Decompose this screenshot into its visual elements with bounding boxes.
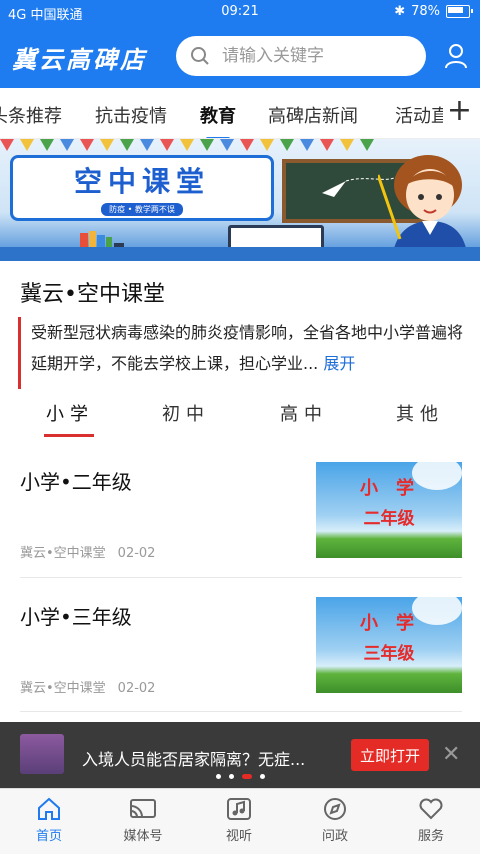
add-channel-icon[interactable]: + xyxy=(442,96,472,126)
carousel-dot[interactable] xyxy=(259,774,265,779)
app-header: 冀云高碑店 xyxy=(0,26,480,88)
banner-title-box: 空中课堂 防疫 • 教学两不误 xyxy=(10,155,274,221)
nav-home[interactable]: 首页 xyxy=(14,797,84,844)
article-title[interactable]: 冀云•空中课堂 xyxy=(20,276,165,308)
thumbnail-text-line2: 三年级 xyxy=(363,644,415,664)
tab-middle[interactable]: 初中 xyxy=(162,400,210,426)
list-divider xyxy=(20,577,462,578)
thumbnail-text-line1: 小学 xyxy=(360,613,432,634)
desk-illustration xyxy=(0,247,480,261)
article-summary: 受新型冠状病毒感染的肺炎疫情影响，全省各地中小学普遍将延期开学，不能去学校上课，… xyxy=(18,317,464,389)
battery-icon xyxy=(446,5,473,18)
tab-high[interactable]: 高中 xyxy=(280,400,328,426)
nav-service[interactable]: 服务 xyxy=(396,797,466,844)
battery-level: 78% xyxy=(411,4,440,19)
open-app-button[interactable]: 立即打开 xyxy=(351,739,429,771)
music-icon xyxy=(227,798,251,820)
news-title: 小学•三年级 xyxy=(20,605,132,629)
tab-other[interactable]: 其他 xyxy=(396,400,444,426)
tab-primary[interactable]: 小学 xyxy=(44,400,94,437)
channel-tabs: 头条推荐 抗击疫情 教育 高碑店新闻 活动直 + xyxy=(0,88,480,139)
carousel-dots xyxy=(0,774,480,779)
user-icon[interactable] xyxy=(444,43,468,69)
tab-epidemic[interactable]: 抗击疫情 xyxy=(95,102,167,128)
search-box[interactable] xyxy=(176,36,426,76)
news-title: 小学•二年级 xyxy=(20,470,132,494)
news-meta: 冀云•空中课堂 02-02 xyxy=(20,542,155,561)
search-icon xyxy=(191,47,209,65)
thumbnail-text-line1: 小学 xyxy=(360,478,432,499)
nav-label: 媒体号 xyxy=(123,829,163,844)
nav-inquiry[interactable]: 问政 xyxy=(300,797,370,844)
news-source: 冀云•空中课堂 xyxy=(20,546,106,561)
carousel-dot-active[interactable] xyxy=(241,774,252,779)
search-input[interactable] xyxy=(220,45,404,67)
summary-text: 受新型冠状病毒感染的肺炎疫情影响，全省各地中小学普遍将延期开学，不能去学校上课，… xyxy=(31,323,464,373)
news-source: 冀云•空中课堂 xyxy=(20,681,106,696)
bluetooth-icon: ✱ xyxy=(394,4,406,19)
close-icon[interactable]: ✕ xyxy=(442,742,460,767)
nav-label: 首页 xyxy=(35,829,62,844)
tab-education[interactable]: 教育 xyxy=(200,102,236,138)
news-meta: 冀云•空中课堂 02-02 xyxy=(20,677,155,696)
status-bar: 4G 中国联通 09:21 ✱ 78% xyxy=(0,0,480,26)
list-divider xyxy=(20,711,462,712)
banner-subtitle: 防疫 • 教学两不误 xyxy=(101,203,183,216)
tab-headline[interactable]: 头条推荐 xyxy=(0,102,62,128)
bunting-decoration xyxy=(0,139,374,151)
nav-media[interactable]: 媒体号 xyxy=(108,797,178,844)
heart-icon xyxy=(419,798,443,820)
cast-icon xyxy=(130,799,156,818)
news-thumbnail: 小学 三年级 xyxy=(316,597,462,693)
news-date: 02-02 xyxy=(117,681,156,696)
promo-thumbnail xyxy=(20,734,64,774)
banner-image[interactable]: 空中课堂 防疫 • 教学两不误 xyxy=(0,139,480,261)
nav-label: 服务 xyxy=(417,829,444,844)
promo-banner[interactable]: 入境人员能否居家隔离？无症... 立即打开 ✕ xyxy=(0,722,480,788)
home-icon xyxy=(38,797,60,820)
news-item[interactable]: 小学•二年级 冀云•空中课堂 02-02 小学 二年级 xyxy=(0,462,480,596)
carousel-dot[interactable] xyxy=(215,774,221,779)
promo-text: 入境人员能否居家隔离？无症... xyxy=(82,750,306,769)
carousel-dot[interactable] xyxy=(228,774,234,779)
nav-label: 问政 xyxy=(321,829,348,844)
bottom-nav: 首页 媒体号 视听 问政 服务 xyxy=(0,788,480,854)
nav-audio-video[interactable]: 视听 xyxy=(204,797,274,844)
brand-logo: 冀云高碑店 xyxy=(12,45,147,74)
tab-activity[interactable]: 活动直 xyxy=(395,102,449,128)
nav-label: 视听 xyxy=(225,829,252,844)
news-thumbnail: 小学 二年级 xyxy=(316,462,462,558)
tab-local-news[interactable]: 高碑店新闻 xyxy=(268,102,358,128)
thumbnail-text-line2: 二年级 xyxy=(363,509,415,529)
expand-link[interactable]: 展开 xyxy=(323,354,355,373)
teacher-illustration xyxy=(378,155,468,261)
banner-title: 空中课堂 xyxy=(73,165,210,198)
news-date: 02-02 xyxy=(117,546,156,561)
compass-icon xyxy=(324,798,346,820)
grade-tabs: 小学 初中 高中 其他 xyxy=(0,396,480,437)
